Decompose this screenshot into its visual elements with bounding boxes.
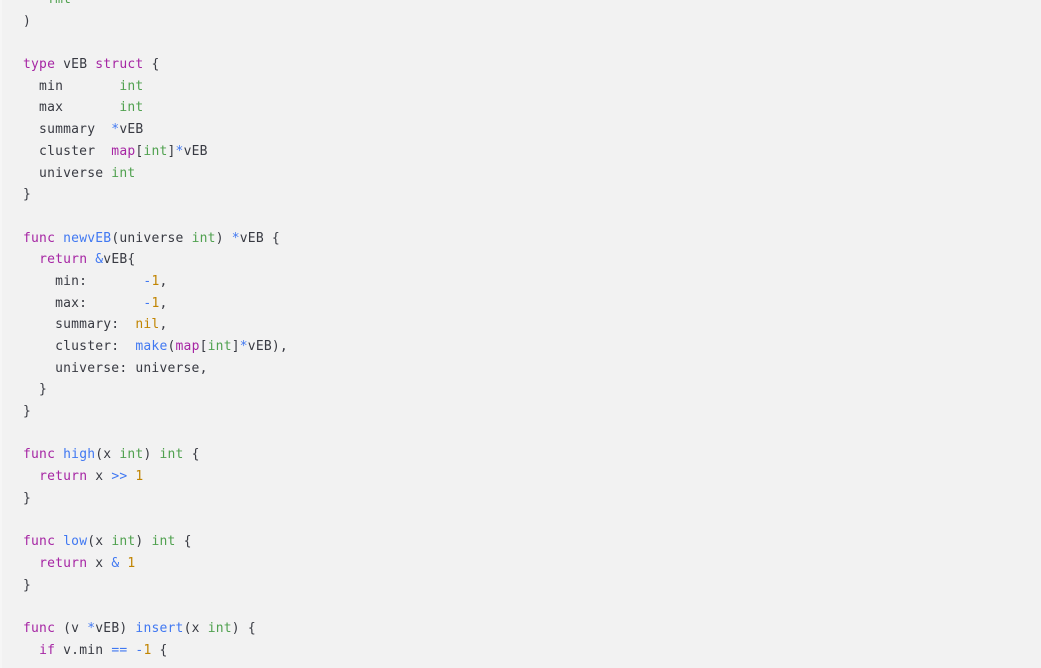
code-line: }: [23, 577, 32, 593]
code-line: summary: nil,: [23, 317, 168, 333]
code-line: cluster: make(map[int]*vEB),: [23, 339, 288, 354]
code-line: if v.min == -1 {: [39, 642, 168, 658]
code-line: return x & 1: [39, 555, 136, 571]
code-line: func newvEB(universe int) *vEB {: [23, 230, 280, 246]
code-line: }: [23, 404, 32, 420]
code-line: return &vEB{: [39, 252, 136, 268]
code-line: }: [23, 382, 48, 398]
code-content[interactable]: "fmt" ) type vEB struct { min int max in…: [0, 0, 1041, 661]
code-line: func low(x int) int {: [23, 534, 192, 550]
code-line: }: [23, 490, 32, 506]
code-line: universe int: [23, 165, 136, 181]
code-line: cluster map[int]*vEB: [23, 143, 208, 159]
code-line: func (v *vEB) insert(x int) {: [23, 620, 256, 636]
code-line: summary *vEB: [23, 122, 144, 138]
code-line: max int: [23, 100, 144, 116]
code-line: min int: [23, 78, 144, 94]
code-viewer[interactable]: "fmt" ) type vEB struct { min int max in…: [0, 0, 1041, 668]
code-line: "fmt": [0, 0, 1041, 11]
code-line: return x >> 1: [39, 469, 144, 485]
code-line: universe: universe,: [23, 360, 208, 376]
code-line: min: -1,: [23, 273, 168, 289]
code-line: type vEB struct {: [23, 57, 160, 73]
code-line: func high(x int) int {: [23, 447, 200, 463]
code-line: ): [23, 13, 32, 29]
code-line: }: [23, 187, 32, 203]
code-line: max: -1,: [23, 295, 168, 311]
